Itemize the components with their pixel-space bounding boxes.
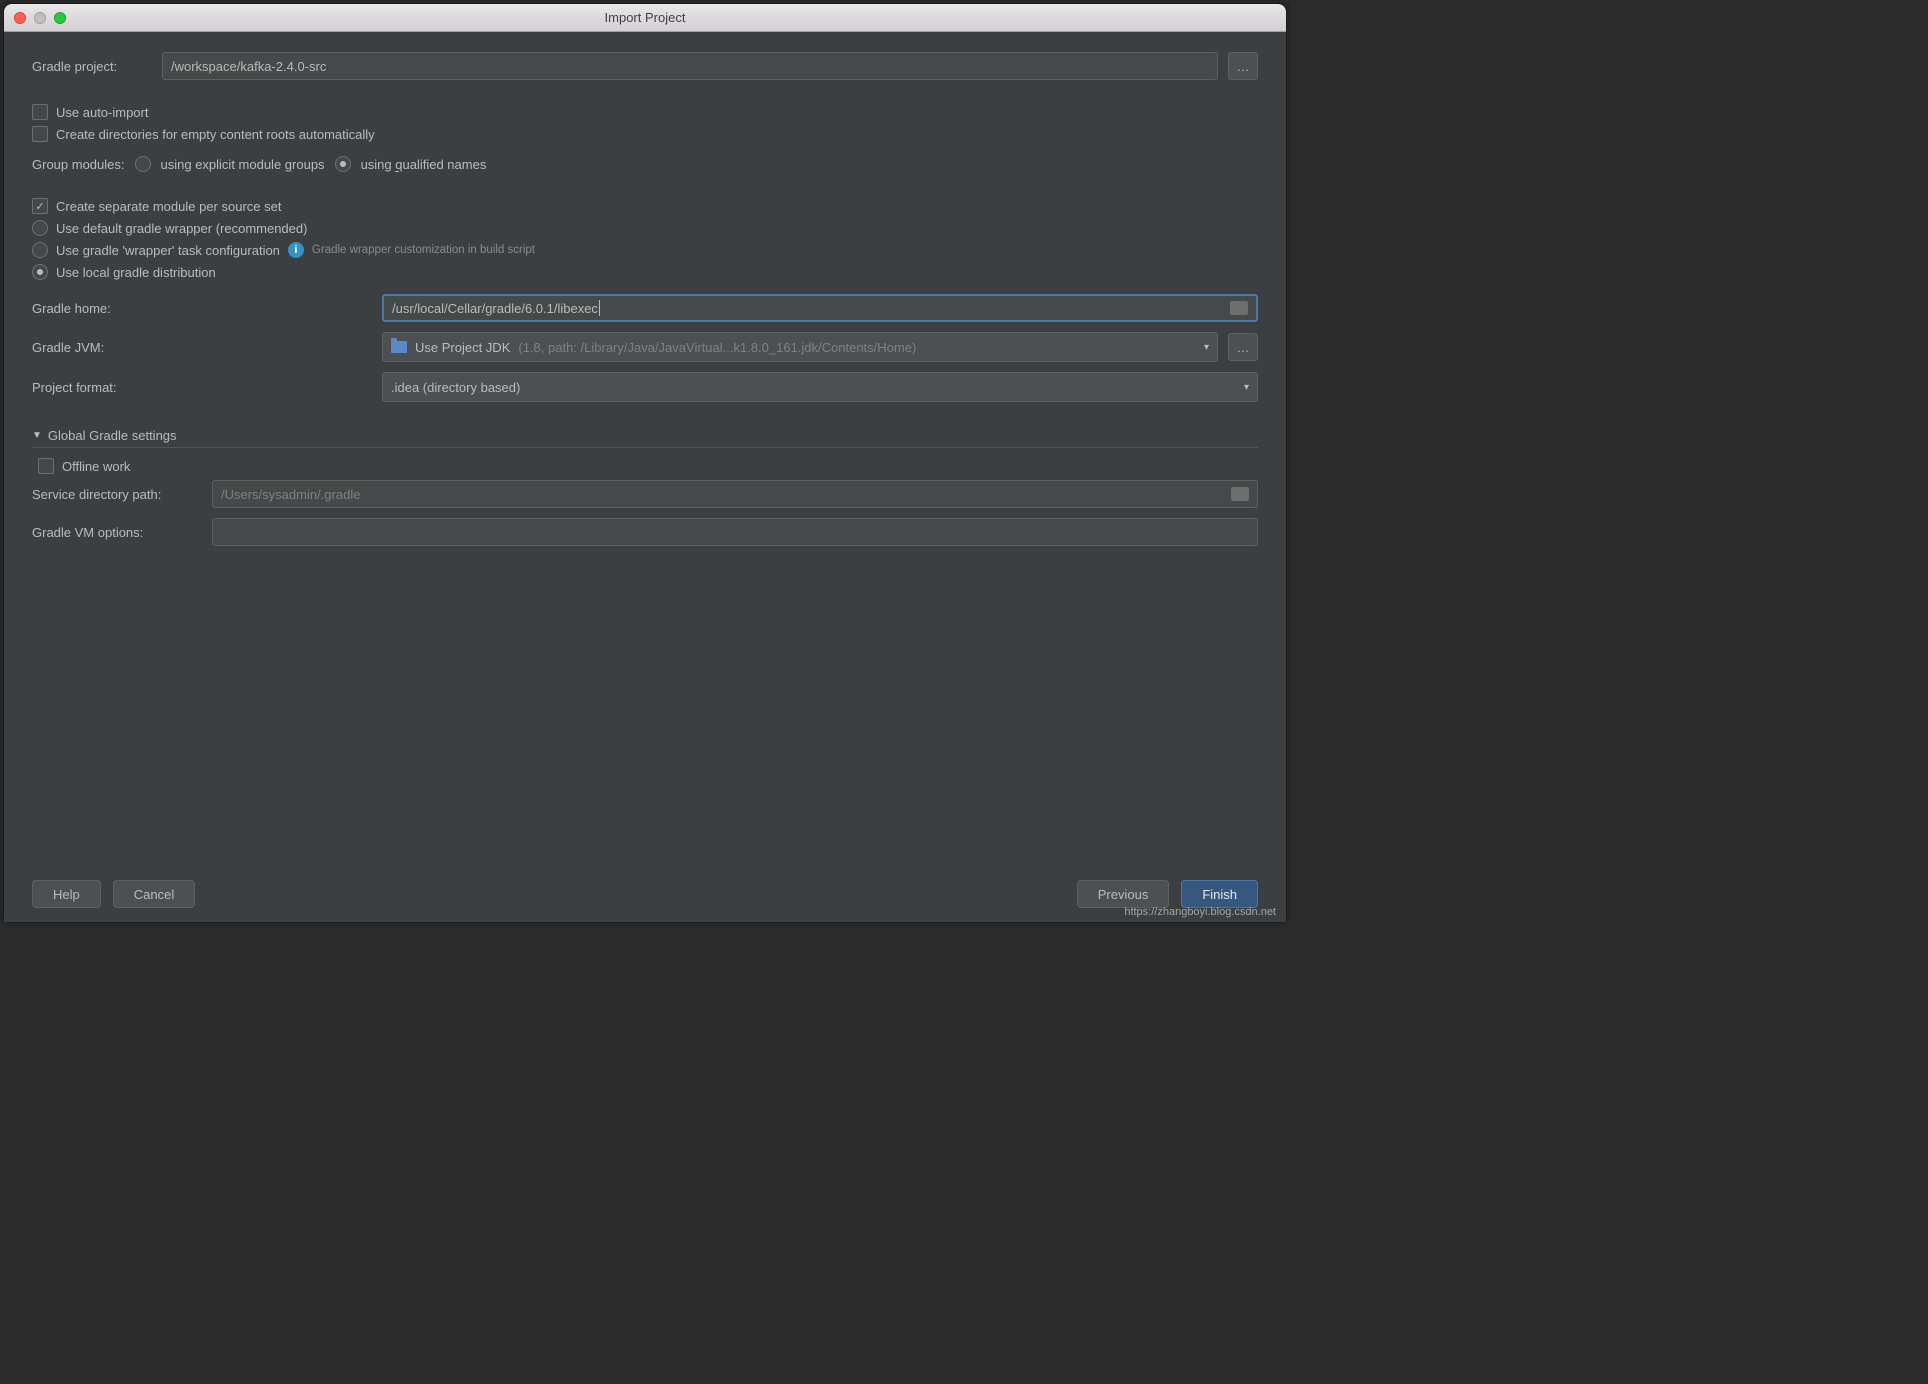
gradle-project-input[interactable]: /workspace/kafka-2.4.0-src (162, 52, 1218, 80)
info-icon: i (288, 242, 304, 258)
finish-button[interactable]: Finish (1181, 880, 1258, 908)
group-modules-label: Group modules: (32, 157, 125, 172)
project-format-select[interactable]: .idea (directory based) ▾ (382, 372, 1258, 402)
window-title: Import Project (4, 10, 1286, 25)
group-explicit-label: using explicit module groups (161, 157, 325, 172)
chevron-down-icon: ▾ (1244, 382, 1249, 393)
local-dist-radio[interactable] (32, 264, 48, 280)
global-settings-header[interactable]: ▼ Global Gradle settings (32, 428, 1258, 448)
folder-icon[interactable] (1230, 301, 1248, 315)
group-qualified-radio[interactable] (335, 156, 351, 172)
global-settings-title: Global Gradle settings (48, 428, 177, 443)
gradle-project-label: Gradle project: (32, 59, 152, 74)
gradle-home-input[interactable]: /usr/local/Cellar/gradle/6.0.1/libexec (382, 294, 1258, 322)
vm-options-input[interactable] (212, 518, 1258, 546)
browse-jvm-button[interactable]: … (1228, 333, 1258, 361)
default-wrapper-label: Use default gradle wrapper (recommended) (56, 221, 307, 236)
dialog-footer: Help Cancel Previous Finish (32, 868, 1258, 922)
expand-triangle-icon: ▼ (32, 430, 42, 441)
group-explicit-radio[interactable] (135, 156, 151, 172)
cancel-button[interactable]: Cancel (113, 880, 195, 908)
service-dir-label: Service directory path: (32, 487, 202, 502)
local-dist-label: Use local gradle distribution (56, 265, 216, 280)
browse-gradle-project-button[interactable]: … (1228, 52, 1258, 80)
project-format-label: Project format: (32, 380, 372, 395)
gradle-jvm-select[interactable]: Use Project JDK (1.8, path: /Library/Jav… (382, 332, 1218, 362)
previous-button[interactable]: Previous (1077, 880, 1170, 908)
dialog-window: Import Project Gradle project: /workspac… (3, 3, 1287, 923)
help-button[interactable]: Help (32, 880, 101, 908)
create-dirs-label: Create directories for empty content roo… (56, 127, 375, 142)
project-jdk-icon (391, 341, 407, 353)
folder-icon[interactable] (1231, 487, 1249, 501)
group-qualified-label: using qualified names (361, 157, 487, 172)
dialog-body: Gradle project: /workspace/kafka-2.4.0-s… (4, 32, 1286, 922)
default-wrapper-radio[interactable] (32, 220, 48, 236)
gradle-home-label: Gradle home: (32, 301, 372, 316)
watermark-text: https://zhangboyi.blog.csdn.net (1124, 906, 1276, 918)
chevron-down-icon: ▾ (1204, 342, 1209, 353)
wrapper-task-label: Use gradle 'wrapper' task configuration (56, 243, 280, 258)
service-dir-input[interactable]: /Users/sysadmin/.gradle (212, 480, 1258, 508)
titlebar: Import Project (4, 4, 1286, 32)
wrapper-task-radio[interactable] (32, 242, 48, 258)
offline-work-label: Offline work (62, 459, 130, 474)
separate-module-checkbox[interactable] (32, 198, 48, 214)
offline-work-checkbox[interactable] (38, 458, 54, 474)
gradle-jvm-label: Gradle JVM: (32, 340, 372, 355)
auto-import-label: Use auto-import (56, 105, 148, 120)
separate-module-label: Create separate module per source set (56, 199, 281, 214)
wrapper-task-hint: Gradle wrapper customization in build sc… (312, 244, 535, 256)
create-dirs-checkbox[interactable] (32, 126, 48, 142)
auto-import-checkbox[interactable] (32, 104, 48, 120)
vm-options-label: Gradle VM options: (32, 525, 202, 540)
